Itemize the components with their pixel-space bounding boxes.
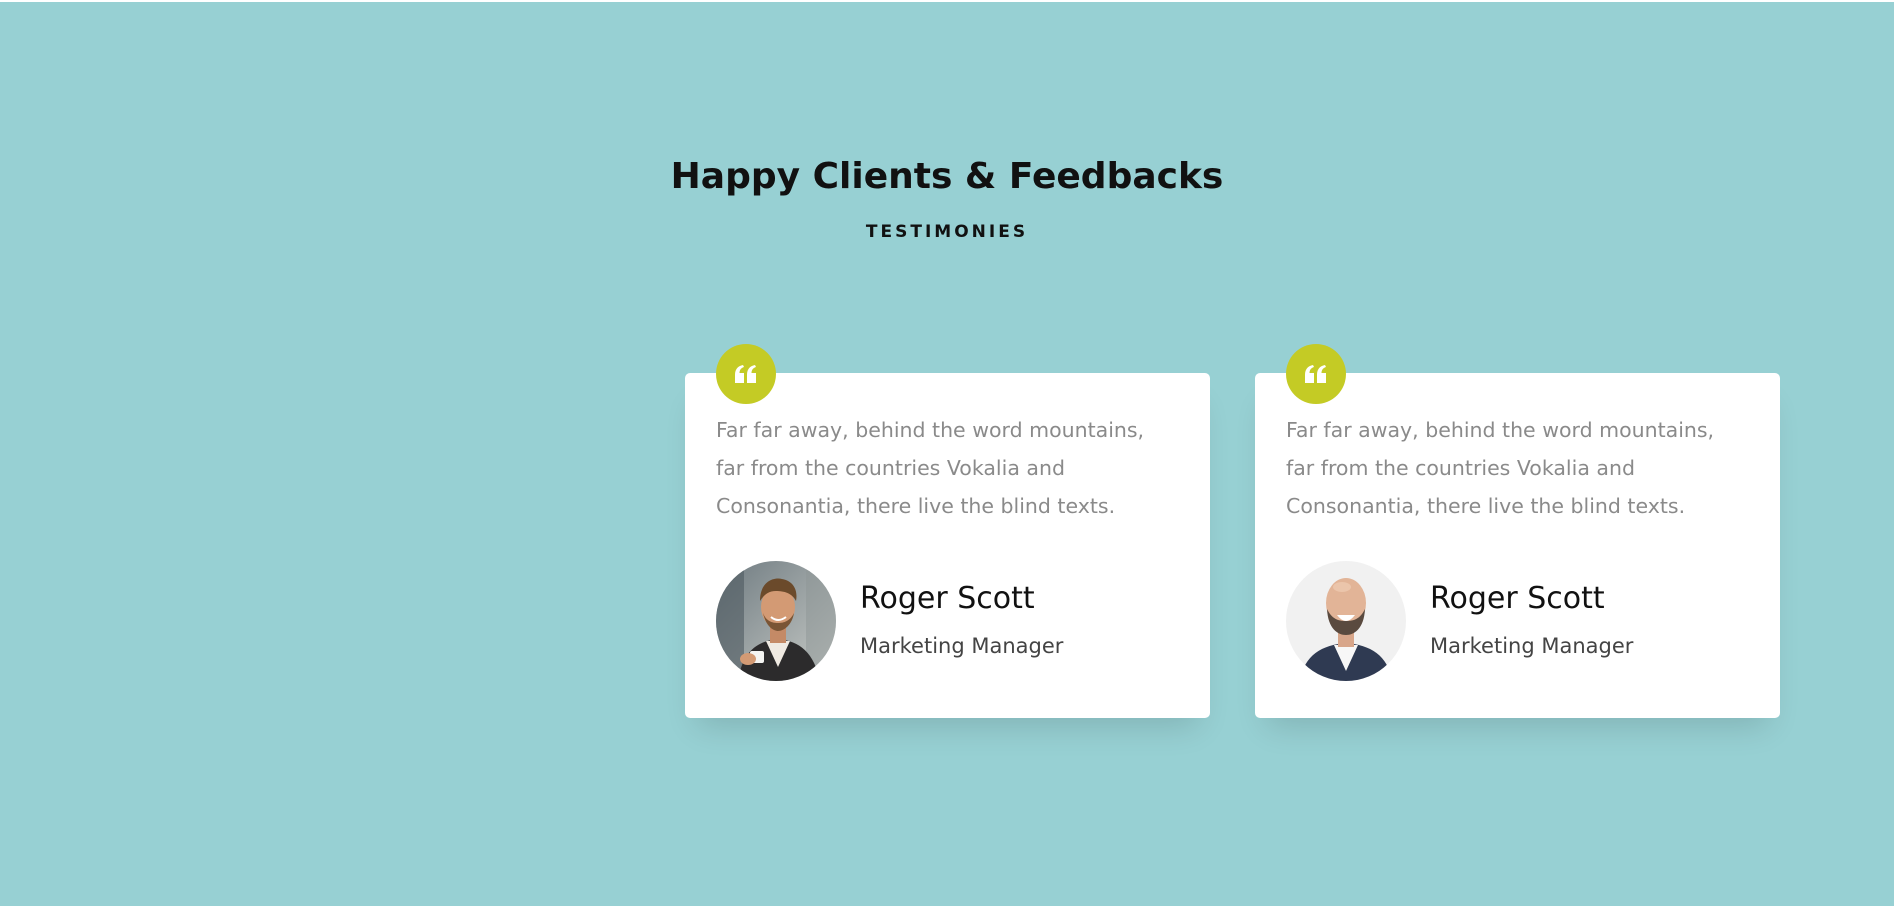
quote-badge: [716, 344, 776, 404]
testimonial-text-line: Far far away, behind the word mountains,: [716, 418, 1145, 442]
quote-left-icon: [1305, 365, 1326, 383]
testimonial-text-line: far from the countries Vokalia and: [1286, 456, 1635, 480]
quote-left-icon: [735, 365, 756, 383]
testimonial-text-line: far from the countries Vokalia and: [716, 456, 1065, 480]
section-title: Happy Clients & Feedbacks: [670, 156, 1224, 197]
quote-badge: [1286, 344, 1346, 404]
testimonial-text: Far far away, behind the word mountains,…: [716, 411, 1186, 525]
testimonial-text: Far far away, behind the word mountains,…: [1286, 411, 1756, 525]
testimonial-card: Far far away, behind the word mountains,…: [685, 344, 1210, 718]
avatar: [1286, 561, 1406, 681]
testimonial-text-line: Far far away, behind the word mountains,: [1286, 418, 1715, 442]
client-name: Roger Scott: [860, 581, 1035, 616]
avatar: [716, 561, 836, 681]
testimonial-card: Far far away, behind the word mountains,…: [1255, 344, 1780, 718]
avatar-photo: [1286, 561, 1406, 681]
section-subtitle: TESTIMONIES: [865, 222, 1029, 242]
client-role: Marketing Manager: [1430, 634, 1634, 658]
testimonials-section: Happy Clients & Feedbacks TESTIMONIES Fa…: [0, 2, 1894, 906]
client-role: Marketing Manager: [860, 634, 1064, 658]
testimonial-text-line: Consonantia, there live the blind texts.: [716, 494, 1116, 518]
testimonial-text-line: Consonantia, there live the blind texts.: [1286, 494, 1686, 518]
avatar-photo: [716, 561, 836, 681]
client-name: Roger Scott: [1430, 581, 1605, 616]
